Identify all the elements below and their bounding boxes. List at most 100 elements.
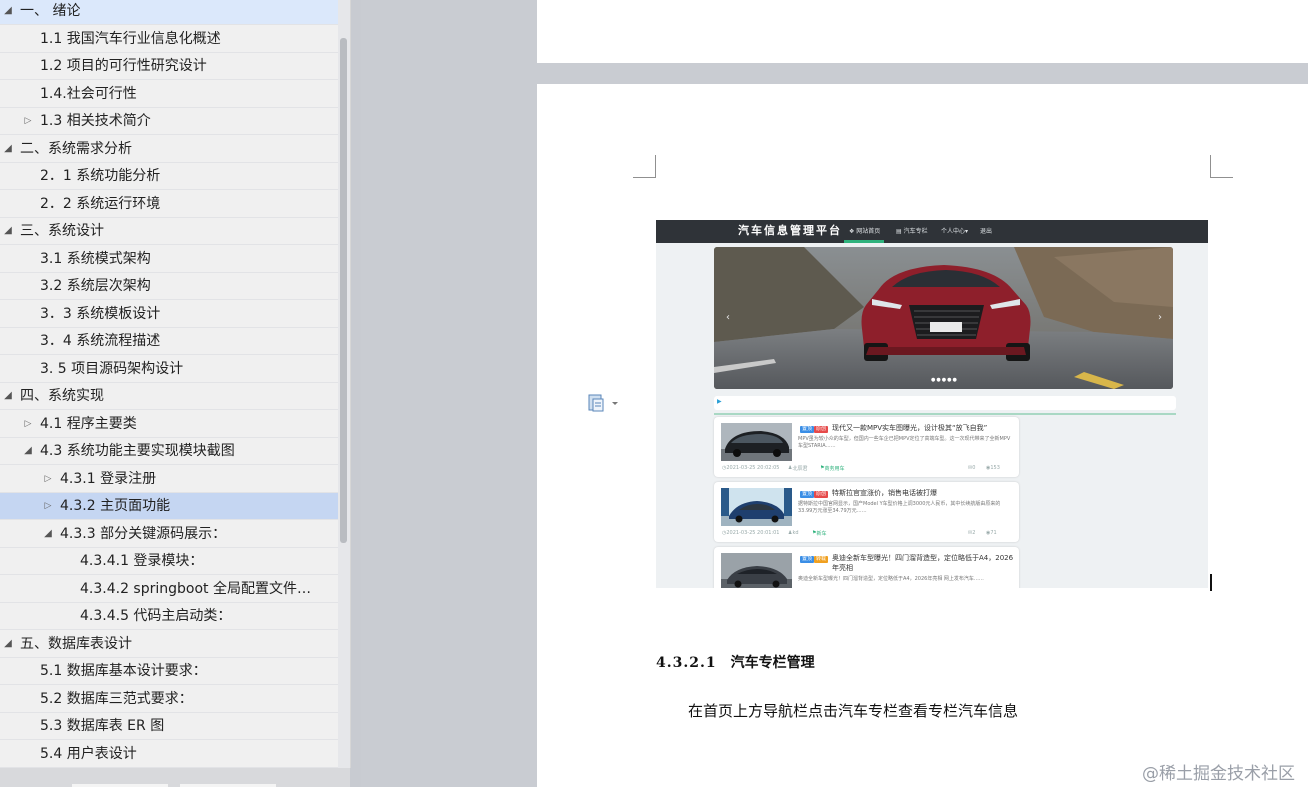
- section-heading[interactable]: 4.3.2.1 汽车专栏管理: [656, 652, 815, 672]
- paste-options-icon[interactable]: [588, 394, 618, 412]
- nav-tree-item[interactable]: ▷ 1.3 相关技术简介: [0, 108, 338, 135]
- nav-tree-item-label: 4.3.3 部分关键源码展示：: [60, 525, 227, 542]
- article-thumbnail: [721, 488, 792, 526]
- article-summary: 据特斯拉中国官网显示，国产Model Y车型价格上调3000元人民币，其中长续航…: [798, 501, 1001, 514]
- nav-tree-item[interactable]: ◢ 四、系统实现: [0, 383, 338, 410]
- triangle-down-icon[interactable]: ◢: [2, 136, 14, 162]
- article-card: 置顶 原创 特斯拉官宣涨价，销售电话被打爆 据特斯拉中国官网显示，国产Model…: [714, 482, 1019, 542]
- nav-tree-item-label: 4.3.1 登录注册: [60, 470, 157, 487]
- nav-tree-item-label: 2．2 系统运行环境: [40, 195, 161, 212]
- nav-tree-item[interactable]: 3.2 系统层次架构: [0, 273, 338, 300]
- triangle-right-icon[interactable]: ▷: [22, 108, 34, 134]
- badge-top: 置顶: [800, 491, 815, 498]
- article-title: 现代又一款MPV实车图曝光，设计极其“放飞自我”: [832, 424, 988, 432]
- nav-tree-item[interactable]: 1.4.社会可行性: [0, 81, 338, 108]
- article-summary: MPV虽为较小众的车型，但国内一些车企已把MPV定位了高端车型。这一次现代带来了…: [798, 436, 1011, 449]
- badge-repost: 转载: [814, 556, 829, 563]
- watermark: @稀土掘金技术社区: [1142, 764, 1295, 784]
- navigation-pane: ◢ 一、 绪论 1.1 我国汽车行业信息化概述 1.2 项目的可行性研究设计 1.4.社…: [0, 0, 351, 768]
- nav-tree-item-label: 3. 5 项目源码架构设计: [40, 360, 184, 377]
- nav-tree-item[interactable]: ◢ 三、系统设计: [0, 218, 338, 245]
- nav-tree-item[interactable]: ▷ 4.3.1 登录注册: [0, 466, 338, 493]
- nav-tree-item[interactable]: 4.3.4.1 登录模块：: [0, 548, 338, 575]
- triangle-down-icon[interactable]: ◢: [42, 521, 54, 547]
- nav-tree-item[interactable]: 1.2 项目的可行性研究设计: [0, 53, 338, 80]
- banner-next-arrow-icon: ›: [1158, 312, 1162, 323]
- triangle-down-icon[interactable]: ◢: [2, 383, 14, 409]
- nav-tree-item-label: 二、系统需求分析: [20, 140, 132, 157]
- nav-tree-item-label: 5.3 数据库表 ER 图: [40, 718, 165, 734]
- banner-carousel-dots: ●●●●●: [931, 377, 958, 383]
- triangle-right-icon[interactable]: ▷: [22, 411, 34, 437]
- triangle-down-icon[interactable]: ◢: [22, 438, 34, 464]
- nav-tree-item-label: 5.4 用户表设计: [40, 745, 137, 762]
- article-meta: ◷ 2021-03-25 20:01:01 ♟ kd ⚑ 新车 ✉ 2 ◉ 71: [722, 530, 997, 537]
- nav-tree-item[interactable]: ◢ 4.3.3 部分关键源码展示：: [0, 521, 338, 548]
- nav-tree-item[interactable]: 2．2 系统运行环境: [0, 191, 338, 218]
- nav-tree-item[interactable]: 5.3 数据库表 ER 图: [0, 713, 338, 740]
- nav-tree-item-label: 五、数据库表设计: [20, 635, 132, 652]
- triangle-down-icon[interactable]: ◢: [2, 631, 14, 657]
- banner-prev-arrow-icon: ‹: [726, 312, 730, 323]
- triangle-right-icon[interactable]: ▷: [42, 493, 54, 519]
- triangle-down-icon[interactable]: ◢: [2, 0, 14, 24]
- nav-pane-bottom-bar: [0, 768, 350, 787]
- figure-notice-bar: [714, 396, 1176, 410]
- nav-tree-item-label: 5.2 数据库三范式要求：: [40, 690, 193, 707]
- body-paragraph[interactable]: 在首页上方导航栏点击汽车专栏查看专栏汽车信息: [688, 700, 1018, 721]
- article-summary: 奥迪全新车型曝光！四门溜背造型，定位略低于A4，2026年亮相 网上发布汽车……: [798, 576, 984, 582]
- figure-separator: [714, 413, 1176, 415]
- speaker-icon: ▶: [717, 398, 722, 405]
- nav-tree-item-label: 1.2 项目的可行性研究设计: [40, 58, 207, 74]
- figure-nav-logout: 退出: [980, 228, 993, 235]
- nav-tree-item[interactable]: 3.1 系统模式架构: [0, 246, 338, 273]
- nav-tree-item-label: 1.4.社会可行性: [40, 85, 137, 102]
- nav-tree-item-label: 3．3 系统模板设计: [40, 305, 161, 322]
- triangle-down-icon[interactable]: ◢: [2, 218, 14, 244]
- nav-tree-item[interactable]: 3．4 系统流程描述: [0, 328, 338, 355]
- nav-tree-item[interactable]: 5.4 用户表设计: [0, 741, 338, 768]
- badge-original: 原创: [814, 491, 829, 498]
- figure-banner-image: [714, 247, 1173, 389]
- nav-tree-item-label: 4.3.4.1 登录模块：: [80, 553, 204, 569]
- nav-tree-item[interactable]: 4.3.4.2 springboot 全局配置文件…: [0, 576, 338, 603]
- article-title: 奥迪全新车型曝光！四门溜背造型，定位略低于A4，2026年亮相: [832, 554, 1014, 572]
- nav-tree-item[interactable]: ◢ 4.3 系统功能主要实现模块截图: [0, 438, 338, 465]
- nav-tree-item[interactable]: ▷ 4.1 程序主要类: [0, 411, 338, 438]
- figure-nav-column: ▤ 汽车专栏: [896, 228, 928, 235]
- nav-scrollbar-thumb[interactable]: [340, 38, 347, 543]
- nav-tree-item[interactable]: 5.2 数据库三范式要求：: [0, 686, 338, 713]
- heading-title: 汽车专栏管理: [730, 655, 815, 671]
- nav-tree-item-label: 一、 绪论: [20, 3, 81, 19]
- nav-tree-item[interactable]: ◢ 二、系统需求分析: [0, 136, 338, 163]
- nav-tree-item[interactable]: 1.1 我国汽车行业信息化概述: [0, 26, 338, 53]
- nav-tree-item[interactable]: 5.1 数据库基本设计要求：: [0, 658, 338, 685]
- nav-tree-item[interactable]: ▷ 4.3.2 主页面功能: [0, 493, 338, 520]
- nav-tree-item-label: 三、系统设计: [20, 223, 104, 239]
- nav-tree-item-label: 四、系统实现: [20, 388, 104, 404]
- nav-tree-item-label: 1.3 相关技术简介: [40, 113, 151, 129]
- nav-tree-item-label: 4.3.2 主页面功能: [60, 498, 171, 514]
- article-card: 置顶 转载 奥迪全新车型曝光！四门溜背造型，定位略低于A4，2026年亮相 奥迪…: [714, 547, 1019, 588]
- nav-tree-item[interactable]: ◢ 一、 绪论: [0, 0, 338, 25]
- article-title: 特斯拉官宣涨价，销售电话被打爆: [832, 489, 937, 497]
- nav-tree-item-label: 3.2 系统层次架构: [40, 278, 151, 294]
- triangle-right-icon[interactable]: ▷: [42, 466, 54, 492]
- nav-tree-item-label: 2．1 系统功能分析: [40, 168, 161, 184]
- article-meta: ◷ 2021-03-25 20:02:05 ♟ 北辰君 ⚑ 商务用车 ✉ 0 ◉…: [722, 465, 1000, 472]
- badge-top: 置顶: [800, 556, 815, 563]
- nav-tree-item[interactable]: 3．3 系统模板设计: [0, 301, 338, 328]
- nav-tree-item[interactable]: 3. 5 项目源码架构设计: [0, 356, 338, 383]
- nav-tree-item[interactable]: 2．1 系统功能分析: [0, 163, 338, 190]
- nav-tree-item-label: 1.1 我国汽车行业信息化概述: [40, 30, 221, 47]
- nav-tree-item[interactable]: ◢ 五、数据库表设计: [0, 631, 338, 658]
- article-thumbnail: [721, 423, 792, 461]
- embedded-screenshot[interactable]: 汽车信息管理平台 ❖ 网站首页 ▤ 汽车专栏 个人中心▾ 退出 ●●●●● ‹ …: [656, 220, 1208, 588]
- nav-tree-item-label: 4.3.4.2 springboot 全局配置文件…: [80, 580, 311, 597]
- article-card: 置顶 原创 现代又一款MPV实车图曝光，设计极其“放飞自我” MPV虽为较小众的…: [714, 417, 1019, 477]
- figure-nav-active-indicator: [844, 240, 884, 243]
- margin-corner-mark-right: [1210, 155, 1233, 178]
- nav-tree-item[interactable]: 4.3.4.5 代码主启动类：: [0, 603, 338, 630]
- heading-number: 4.3.2.1: [656, 655, 717, 671]
- figure-navbar: 汽车信息管理平台 ❖ 网站首页 ▤ 汽车专栏 个人中心▾ 退出: [656, 220, 1208, 243]
